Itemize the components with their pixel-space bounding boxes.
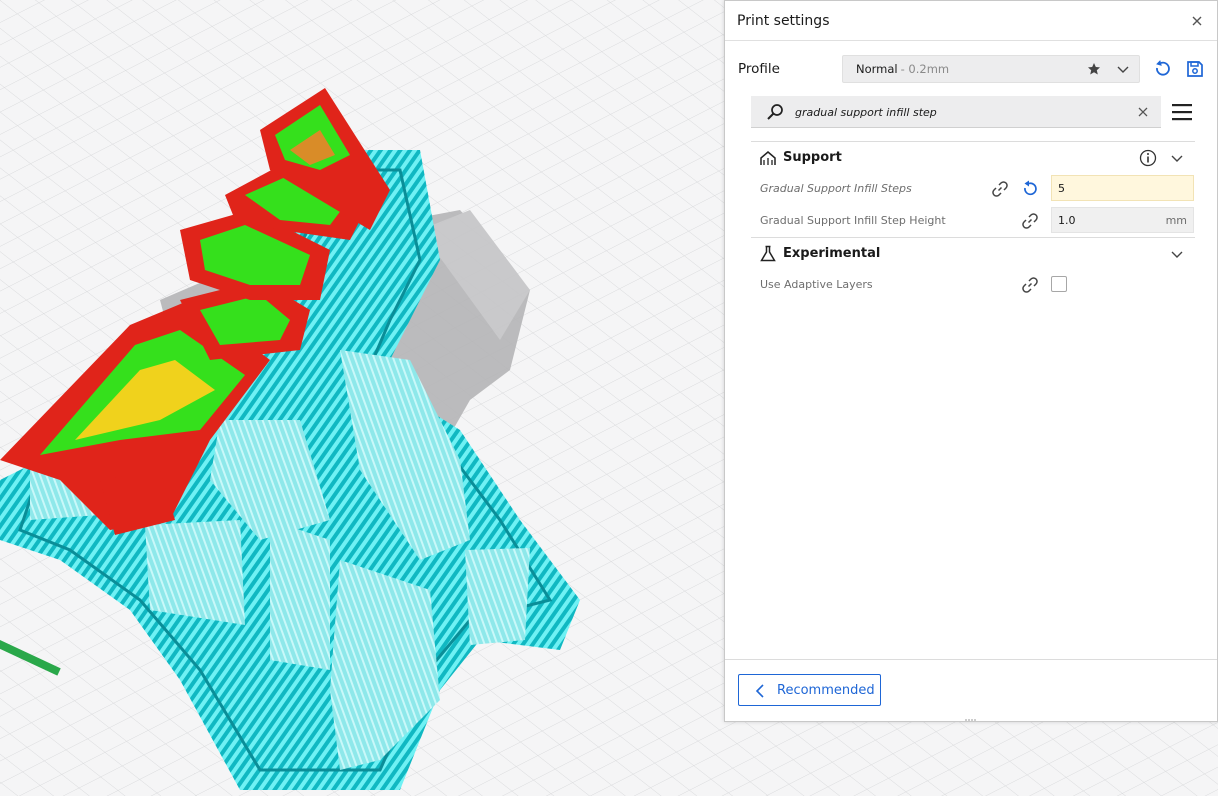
panel-footer: Recommended [725, 659, 1217, 721]
section-support[interactable]: Support [751, 141, 1195, 173]
chevron-down-icon [1171, 155, 1183, 162]
recommended-button[interactable]: Recommended [738, 674, 881, 706]
chevron-left-icon [755, 684, 764, 698]
profile-dropdown[interactable]: Normal - 0.2mm [842, 55, 1140, 83]
profile-layer-height: - 0.2mm [900, 62, 950, 76]
field-unit: mm [1165, 214, 1187, 227]
panel-title: Print settings [737, 12, 830, 29]
settings-menu-icon[interactable] [1171, 101, 1193, 123]
link-icon[interactable] [1021, 276, 1039, 294]
section-experimental-label: Experimental [783, 246, 881, 261]
setting-label: Use Adaptive Layers [760, 278, 873, 291]
profile-value: Normal [856, 62, 898, 76]
panel-header: Print settings [725, 1, 1217, 41]
profile-row: Profile Normal - 0.2mm [725, 53, 1217, 85]
settings-search[interactable] [751, 96, 1161, 128]
setting-gradual-support-infill-steps: Gradual Support Infill Steps 5 [751, 174, 1195, 204]
setting-gradual-support-infill-step-height: Gradual Support Infill Step Height 1.0 m… [751, 206, 1195, 236]
field-value: 1.0 [1058, 214, 1076, 227]
link-icon[interactable] [991, 180, 1009, 198]
reset-setting-icon[interactable] [1021, 180, 1039, 198]
flask-icon [760, 245, 776, 262]
gradual-support-infill-steps-field[interactable]: 5 [1051, 175, 1194, 201]
resize-grip-icon[interactable] [963, 718, 979, 722]
setting-label: Gradual Support Infill Steps [760, 182, 912, 195]
field-value: 5 [1058, 182, 1065, 195]
save-icon[interactable] [1185, 59, 1205, 79]
star-icon[interactable] [1087, 62, 1101, 76]
search-input[interactable] [795, 100, 1125, 124]
link-icon[interactable] [1021, 212, 1039, 230]
chevron-down-icon [1171, 251, 1183, 258]
clear-search-icon[interactable] [1137, 106, 1149, 118]
recommended-label: Recommended [777, 682, 875, 698]
profile-label: Profile [738, 61, 780, 77]
support-icon [760, 151, 776, 165]
search-icon [767, 104, 783, 120]
reset-profile-icon[interactable] [1152, 59, 1172, 79]
use-adaptive-layers-checkbox[interactable] [1051, 276, 1067, 292]
close-icon[interactable] [1189, 13, 1205, 29]
info-icon[interactable] [1139, 149, 1157, 167]
chevron-down-icon [1117, 66, 1129, 73]
section-experimental[interactable]: Experimental [751, 237, 1195, 269]
gradual-support-infill-step-height-field[interactable]: 1.0 mm [1051, 207, 1194, 233]
setting-label: Gradual Support Infill Step Height [760, 214, 946, 227]
print-settings-panel: Print settings Profile Normal - 0.2mm gr… [724, 0, 1218, 722]
setting-use-adaptive-layers: Use Adaptive Layers [751, 270, 1195, 300]
section-support-label: Support [783, 150, 842, 165]
